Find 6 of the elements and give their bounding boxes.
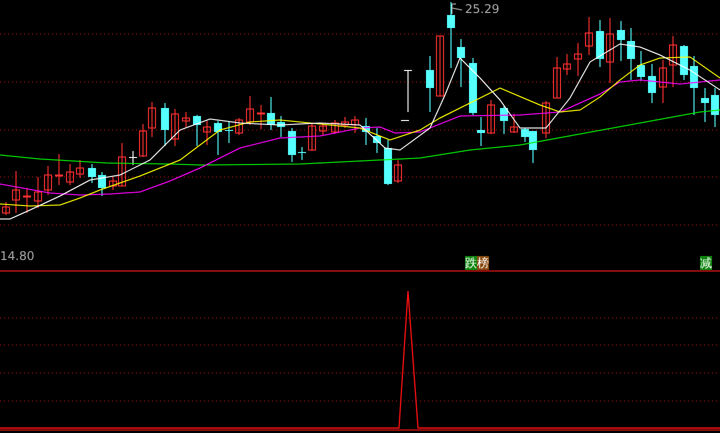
high-marker-icon: [452, 4, 462, 14]
price-label: 25.29: [465, 2, 500, 16]
signal-tag: 减: [700, 256, 712, 270]
signal-tag: 榜: [477, 256, 489, 270]
signal-tag: 跌: [465, 256, 477, 270]
price-label: 14.80: [0, 249, 34, 263]
